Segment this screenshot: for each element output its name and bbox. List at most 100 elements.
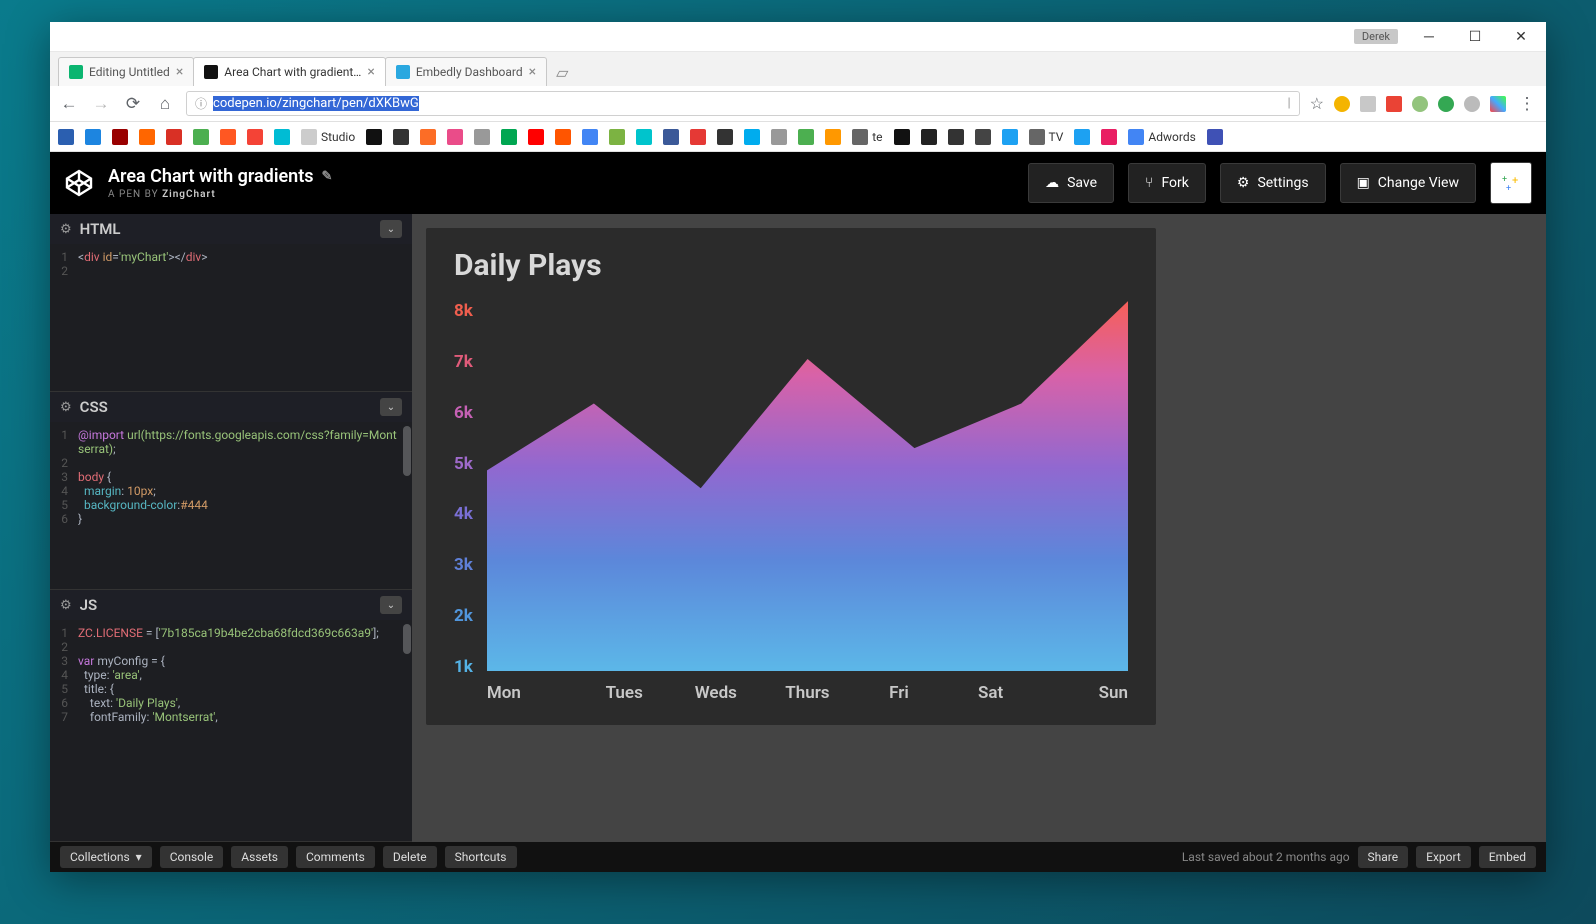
scrollbar[interactable]	[403, 624, 411, 654]
heart-button[interactable]: +++	[1490, 162, 1532, 204]
change-view-button[interactable]: ▣Change View	[1340, 163, 1476, 203]
bookmark-icon[interactable]	[663, 129, 679, 145]
embed-button[interactable]: Embed	[1479, 846, 1536, 868]
bookmark-icon[interactable]	[825, 129, 841, 145]
bookmark-icon[interactable]	[85, 129, 101, 145]
bookmark-icon[interactable]	[247, 129, 263, 145]
pane-title-css: CSS	[80, 398, 372, 416]
new-tab-button[interactable]: ▱	[546, 59, 578, 86]
pen-title[interactable]: Area Chart with gradients ✎	[108, 166, 1014, 187]
html-editor[interactable]: 1<div id='myChart'></div> 2	[50, 244, 412, 391]
save-button[interactable]: ☁Save	[1028, 163, 1114, 203]
menu-icon[interactable]: ⋮	[1516, 94, 1538, 114]
extension-icon[interactable]	[1490, 96, 1506, 112]
maximize-button[interactable]: ☐	[1452, 23, 1498, 51]
share-button[interactable]: Share	[1358, 846, 1409, 868]
gear-icon[interactable]: ⚙	[60, 222, 72, 237]
bookmark-icon[interactable]	[555, 129, 571, 145]
bookmark-icon[interactable]	[166, 129, 182, 145]
forward-button[interactable]: →	[90, 94, 112, 114]
x-tick: Tues	[578, 683, 670, 703]
extension-icon[interactable]	[1412, 96, 1428, 112]
extension-icon[interactable]	[1334, 96, 1350, 112]
home-button[interactable]: ⌂	[154, 94, 176, 114]
gear-icon: ⚙	[1237, 175, 1250, 191]
collections-button[interactable]: Collections▾	[60, 846, 152, 868]
css-editor[interactable]: 1@import url(https://fonts.googleapis.co…	[50, 422, 412, 589]
bookmark-icon[interactable]	[975, 129, 991, 145]
extension-icon[interactable]	[1438, 96, 1454, 112]
expand-icon[interactable]: ⌄	[380, 220, 402, 238]
close-tab-icon[interactable]: ×	[176, 64, 183, 80]
shortcuts-button[interactable]: Shortcuts	[445, 846, 517, 868]
export-button[interactable]: Export	[1416, 846, 1471, 868]
reload-button[interactable]: ⟳	[122, 94, 144, 114]
bookmark-icon[interactable]	[894, 129, 910, 145]
gear-icon[interactable]: ⚙	[60, 598, 72, 613]
bookmark-icon[interactable]	[609, 129, 625, 145]
js-editor[interactable]: 1ZC.LICENSE = ['7b185ca19b4be2cba68fdcd3…	[50, 620, 412, 841]
bookmark-icon[interactable]	[447, 129, 463, 145]
bookmark-icon[interactable]	[1074, 129, 1090, 145]
back-button[interactable]: ←	[58, 94, 80, 114]
bookmark-icon[interactable]	[112, 129, 128, 145]
bookmark-icon[interactable]	[1207, 129, 1223, 145]
bookmark-icon[interactable]	[58, 129, 74, 145]
site-info-icon[interactable]: ⓘ	[195, 95, 207, 112]
bookmark-icon[interactable]	[771, 129, 787, 145]
bookmark-icon[interactable]	[139, 129, 155, 145]
bookmark-icon[interactable]	[1101, 129, 1117, 145]
scrollbar[interactable]	[403, 426, 411, 476]
close-tab-icon[interactable]: ×	[367, 64, 374, 80]
extension-icon[interactable]	[1464, 96, 1480, 112]
bookmark-item[interactable]: Adwords	[1128, 129, 1195, 145]
bookmark-icon[interactable]	[366, 129, 382, 145]
bookmark-icon[interactable]	[528, 129, 544, 145]
bookmark-icon[interactable]	[744, 129, 760, 145]
bookmark-icon[interactable]	[420, 129, 436, 145]
bookmark-icon[interactable]	[274, 129, 290, 145]
bookmark-icon[interactable]	[690, 129, 706, 145]
close-button[interactable]: ✕	[1498, 23, 1544, 51]
bookmark-item[interactable]: Studio	[301, 129, 355, 145]
bookmark-icon[interactable]	[582, 129, 598, 145]
tab-0[interactable]: Editing Untitled ×	[58, 57, 194, 86]
assets-button[interactable]: Assets	[231, 846, 288, 868]
comments-button[interactable]: Comments	[296, 846, 375, 868]
minimize-button[interactable]: ─	[1406, 23, 1452, 51]
svg-text:+: +	[1512, 174, 1518, 187]
close-tab-icon[interactable]: ×	[529, 64, 536, 80]
bookmark-icon[interactable]	[501, 129, 517, 145]
bookmark-icon[interactable]	[220, 129, 236, 145]
bookmark-icon[interactable]	[798, 129, 814, 145]
bookmark-item[interactable]: TV	[1029, 129, 1064, 145]
settings-button[interactable]: ⚙Settings	[1220, 163, 1326, 203]
bookmark-icon[interactable]	[193, 129, 209, 145]
delete-button[interactable]: Delete	[383, 846, 437, 868]
author-link[interactable]: ZingChart	[162, 189, 216, 200]
tab-1[interactable]: Area Chart with gradient… ×	[193, 57, 386, 86]
bookmark-icon[interactable]	[636, 129, 652, 145]
bookmark-icon[interactable]	[948, 129, 964, 145]
browser-tabs: Editing Untitled × Area Chart with gradi…	[50, 52, 1546, 86]
bookmark-icon[interactable]	[393, 129, 409, 145]
bookmark-icon[interactable]	[921, 129, 937, 145]
bookmark-icon[interactable]	[474, 129, 490, 145]
pane-title-js: JS	[80, 596, 372, 614]
bookmark-star-icon[interactable]: ☆	[1310, 94, 1324, 113]
bookmark-item[interactable]: te	[852, 129, 882, 145]
y-tick: 3k	[454, 555, 473, 601]
gear-icon[interactable]: ⚙	[60, 400, 72, 415]
extension-icon[interactable]	[1360, 96, 1376, 112]
bookmark-icon[interactable]	[1002, 129, 1018, 145]
extension-icon[interactable]	[1386, 96, 1402, 112]
address-input[interactable]: ⓘ codepen.io/zingchart/pen/dXKBwG |	[186, 91, 1300, 116]
console-button[interactable]: Console	[160, 846, 224, 868]
edit-title-icon[interactable]: ✎	[322, 169, 333, 184]
tab-2[interactable]: Embedly Dashboard ×	[385, 57, 547, 86]
expand-icon[interactable]: ⌄	[380, 398, 402, 416]
y-axis: 8k7k6k5k4k3k2k1k	[454, 301, 487, 703]
expand-icon[interactable]: ⌄	[380, 596, 402, 614]
bookmark-icon[interactable]	[717, 129, 733, 145]
fork-button[interactable]: ⑂Fork	[1128, 163, 1206, 203]
